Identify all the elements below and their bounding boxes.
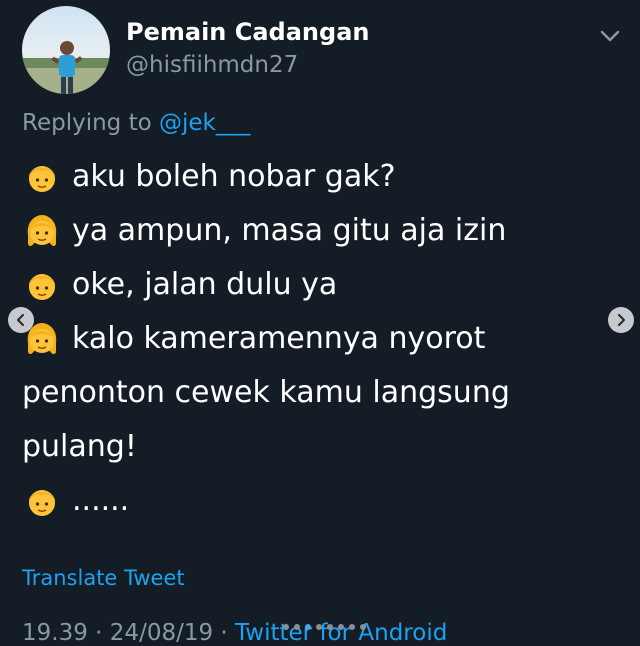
user-handle[interactable]: @hisfiihmdn27 <box>126 52 298 78</box>
tweet-line: pulang! <box>22 420 602 474</box>
carousel-dot[interactable] <box>305 624 311 630</box>
tweet-line-text: aku boleh nobar gak? <box>72 159 396 194</box>
tweet-time: 19.39 <box>22 620 88 646</box>
tweet-line: oke, jalan dulu ya <box>22 258 602 312</box>
carousel-dot[interactable] <box>360 624 366 630</box>
avatar[interactable] <box>22 6 110 94</box>
chevron-right-icon <box>617 313 626 327</box>
avatar-photo <box>22 6 110 94</box>
display-name[interactable]: Pemain Cadangan <box>126 18 369 46</box>
tweet-line-text: oke, jalan dulu ya <box>72 267 338 302</box>
carousel-dots <box>283 624 366 630</box>
boy-emoji-icon <box>29 490 55 516</box>
tweet-line-text: ya ampun, masa gitu aja izin <box>72 213 507 248</box>
carousel-dot[interactable] <box>316 624 322 630</box>
carousel-prev-button[interactable] <box>8 307 34 333</box>
tweet-line-text: kalo kameramennya nyorot <box>72 321 486 356</box>
tweet-line-text: penonton cewek kamu langsung <box>22 375 510 410</box>
translate-tweet-link[interactable]: Translate Tweet <box>22 566 185 590</box>
reply-mention-link[interactable]: @jek___ <box>159 110 250 136</box>
tweet-line: aku boleh nobar gak? <box>22 150 602 204</box>
carousel-dot[interactable] <box>294 624 300 630</box>
tweet-line: ya ampun, masa gitu aja izin <box>22 204 602 258</box>
girl-emoji-icon <box>27 215 57 246</box>
tweet-line: penonton cewek kamu langsung <box>22 366 602 420</box>
boy-emoji-icon <box>29 274 55 300</box>
meta-separator: · <box>213 620 236 646</box>
tweet-line: ...... <box>22 474 602 528</box>
tweet-line-text: pulang! <box>22 429 137 464</box>
carousel-dot[interactable] <box>283 624 289 630</box>
carousel-next-button[interactable] <box>608 307 634 333</box>
carousel-dot[interactable] <box>327 624 333 630</box>
replying-label: Replying to <box>22 110 159 136</box>
chevron-down-icon[interactable] <box>598 26 622 46</box>
chevron-left-icon <box>16 313 25 327</box>
boy-emoji-icon <box>29 166 55 192</box>
tweet-line-text: ...... <box>72 483 130 518</box>
carousel-dot[interactable] <box>338 624 344 630</box>
tweet-line: kalo kameramennya nyorot <box>22 312 602 366</box>
replying-to: Replying to @jek___ <box>22 110 250 136</box>
tweet-meta: 19.39 · 24/08/19 · Twitter for Android <box>22 620 447 646</box>
tweet-date: 24/08/19 <box>109 620 214 646</box>
carousel-dot[interactable] <box>349 624 355 630</box>
meta-separator: · <box>87 620 110 646</box>
tweet-text: aku boleh nobar gak? ya ampun, masa gitu … <box>22 150 602 528</box>
